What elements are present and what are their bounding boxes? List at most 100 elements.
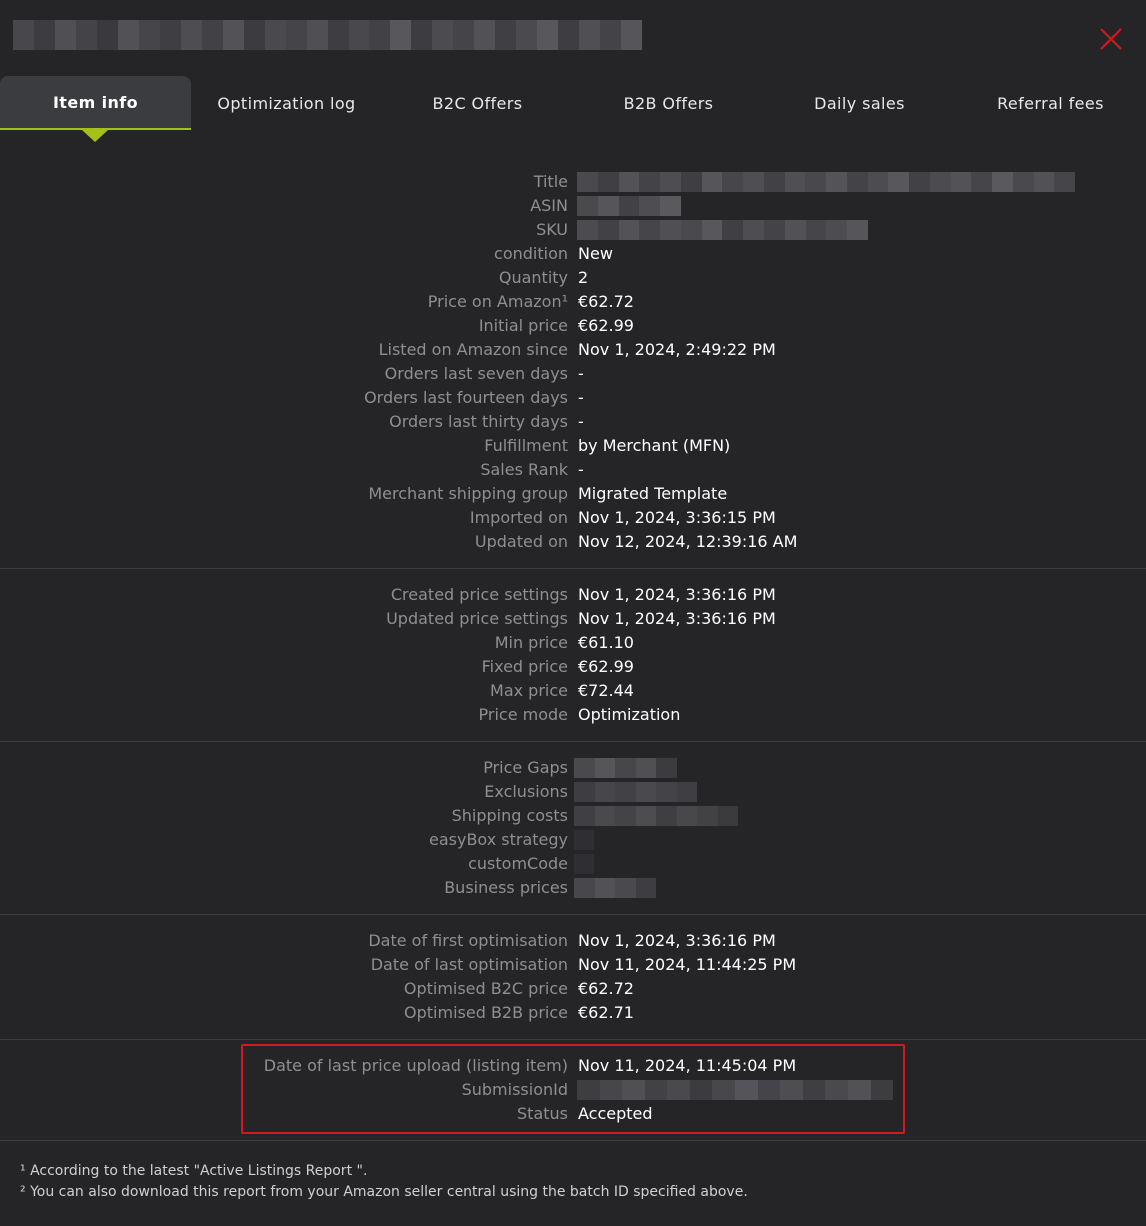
- close-icon[interactable]: [1098, 26, 1124, 52]
- row-created-price-settings: Created price settings Nov 1, 2024, 3:36…: [0, 583, 1146, 607]
- row-imported-on: Imported on Nov 1, 2024, 3:36:15 PM: [0, 506, 1146, 530]
- fulfillment-label: Fulfillment: [484, 436, 568, 455]
- row-orders-14: Orders last fourteen days -: [0, 386, 1146, 410]
- shipping-costs-value-redacted: [574, 806, 738, 826]
- orders-7-label: Orders last seven days: [384, 364, 568, 383]
- business-prices-label: Business prices: [444, 878, 568, 897]
- row-exclusions: Exclusions: [0, 780, 1146, 804]
- price-gaps-value-redacted: [574, 758, 677, 778]
- row-fixed-price: Fixed price €62.99: [0, 655, 1146, 679]
- section-divider: [0, 914, 1146, 915]
- row-price-mode: Price mode Optimization: [0, 703, 1146, 727]
- updated-on-value: Nov 12, 2024, 12:39:16 AM: [578, 532, 798, 551]
- price-mode-value: Optimization: [578, 705, 681, 724]
- first-optimisation-label: Date of first optimisation: [368, 931, 568, 950]
- price-on-amazon-label: Price on Amazon¹: [427, 292, 568, 311]
- easybox-value-redacted: [574, 830, 594, 850]
- row-updated-on: Updated on Nov 12, 2024, 12:39:16 AM: [0, 530, 1146, 554]
- highlight-box: [241, 1044, 905, 1134]
- shipping-costs-label: Shipping costs: [451, 806, 568, 825]
- business-prices-value-redacted: [574, 878, 656, 898]
- orders-7-value: -: [578, 364, 584, 383]
- close-button[interactable]: [1098, 26, 1124, 52]
- quantity-label: Quantity: [498, 268, 568, 287]
- title-label: Title: [533, 172, 568, 191]
- tab-daily-sales[interactable]: Daily sales: [764, 76, 955, 130]
- row-orders-30: Orders last thirty days -: [0, 410, 1146, 434]
- first-optimisation-value: Nov 1, 2024, 3:36:16 PM: [578, 931, 776, 950]
- initial-price-value: €62.99: [578, 316, 634, 335]
- row-optimised-b2b-price: Optimised B2B price €62.71: [0, 1001, 1146, 1025]
- exclusions-label: Exclusions: [484, 782, 568, 801]
- footnote-2: ² You can also download this report from…: [20, 1184, 748, 1200]
- max-price-label: Max price: [490, 681, 568, 700]
- updated-price-settings-label: Updated price settings: [386, 609, 568, 628]
- orders-30-value: -: [578, 412, 584, 431]
- row-asin: ASIN: [0, 194, 1146, 218]
- optimised-b2b-price-label: Optimised B2B price: [404, 1003, 568, 1022]
- active-tab-pointer: [82, 130, 108, 142]
- row-listed-since: Listed on Amazon since Nov 1, 2024, 2:49…: [0, 338, 1146, 362]
- orders-30-label: Orders last thirty days: [389, 412, 568, 431]
- price-gaps-label: Price Gaps: [483, 758, 568, 777]
- price-mode-label: Price mode: [478, 705, 569, 724]
- initial-price-label: Initial price: [478, 316, 568, 335]
- tab-item-info[interactable]: Item info: [0, 76, 191, 130]
- row-price-gaps: Price Gaps: [0, 756, 1146, 780]
- row-quantity: Quantity 2: [0, 266, 1146, 290]
- min-price-label: Min price: [494, 633, 568, 652]
- row-max-price: Max price €72.44: [0, 679, 1146, 703]
- row-price-on-amazon: Price on Amazon¹ €62.72: [0, 290, 1146, 314]
- condition-label: condition: [494, 244, 568, 263]
- row-title: Title: [0, 170, 1146, 194]
- tab-b2b-offers[interactable]: B2B Offers: [573, 76, 764, 130]
- row-updated-price-settings: Updated price settings Nov 1, 2024, 3:36…: [0, 607, 1146, 631]
- section-divider: [0, 1039, 1146, 1040]
- row-condition: condition New: [0, 242, 1146, 266]
- imported-on-value: Nov 1, 2024, 3:36:15 PM: [578, 508, 776, 527]
- tab-optimization-log[interactable]: Optimization log: [191, 76, 382, 130]
- fixed-price-label: Fixed price: [481, 657, 568, 676]
- row-shipping-group: Merchant shipping group Migrated Templat…: [0, 482, 1146, 506]
- updated-on-label: Updated on: [474, 532, 568, 551]
- easybox-strategy-label: easyBox strategy: [428, 830, 568, 849]
- tab-b2c-offers[interactable]: B2C Offers: [382, 76, 573, 130]
- section-divider: [0, 1140, 1146, 1141]
- row-optimised-b2c-price: Optimised B2C price €62.72: [0, 977, 1146, 1001]
- footnote-1: ¹ According to the latest "Active Listin…: [20, 1163, 368, 1179]
- custom-code-value-redacted: [574, 854, 594, 874]
- created-price-settings-value: Nov 1, 2024, 3:36:16 PM: [578, 585, 776, 604]
- updated-price-settings-value: Nov 1, 2024, 3:36:16 PM: [578, 609, 776, 628]
- tab-referral-fees[interactable]: Referral fees: [955, 76, 1146, 130]
- price-on-amazon-value: €62.72: [578, 292, 634, 311]
- last-optimisation-value: Nov 11, 2024, 11:44:25 PM: [578, 955, 797, 974]
- sales-rank-label: Sales Rank: [480, 460, 568, 479]
- optimised-b2b-price-value: €62.71: [578, 1003, 634, 1022]
- custom-code-label: customCode: [468, 854, 568, 873]
- created-price-settings-label: Created price settings: [390, 585, 568, 604]
- section-divider: [0, 741, 1146, 742]
- asin-value-redacted: [577, 196, 681, 216]
- condition-value: New: [578, 244, 613, 263]
- row-fulfillment: Fulfillment by Merchant (MFN): [0, 434, 1146, 458]
- shipping-group-value: Migrated Template: [578, 484, 728, 503]
- row-sku: SKU: [0, 218, 1146, 242]
- asin-label: ASIN: [530, 196, 568, 215]
- fixed-price-value: €62.99: [578, 657, 634, 676]
- row-shipping-costs: Shipping costs: [0, 804, 1146, 828]
- tab-bar: Item info Optimization log B2C Offers B2…: [0, 76, 1146, 130]
- orders-14-label: Orders last fourteen days: [364, 388, 568, 407]
- fulfillment-value: by Merchant (MFN): [578, 436, 731, 455]
- row-sales-rank: Sales Rank -: [0, 458, 1146, 482]
- item-title-redacted: [13, 20, 643, 50]
- sku-value-redacted: [577, 220, 868, 240]
- imported-on-label: Imported on: [469, 508, 568, 527]
- title-value-redacted: [577, 172, 1075, 192]
- row-initial-price: Initial price €62.99: [0, 314, 1146, 338]
- quantity-value: 2: [578, 268, 589, 287]
- orders-14-value: -: [578, 388, 584, 407]
- sales-rank-value: -: [578, 460, 584, 479]
- section-divider: [0, 568, 1146, 569]
- max-price-value: €72.44: [578, 681, 634, 700]
- footnotes: ¹ According to the latest "Active Listin…: [20, 1161, 748, 1203]
